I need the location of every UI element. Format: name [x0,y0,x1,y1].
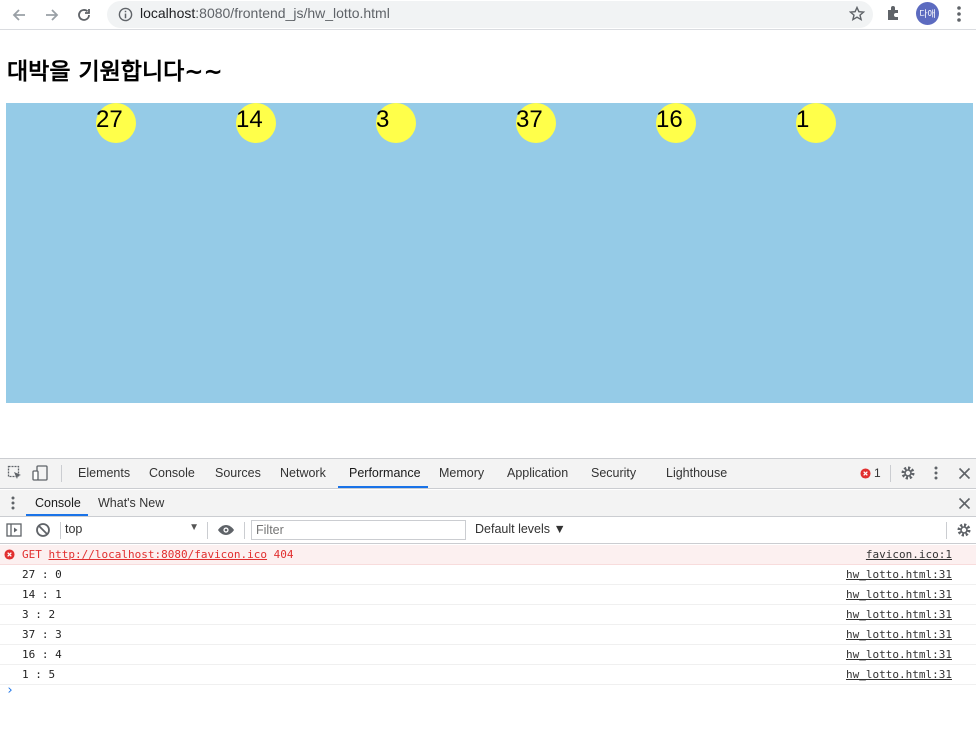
console-message: 3 : 2 [22,608,56,621]
page-title: 대박을 기원합니다~~ [7,59,223,85]
extensions-puzzle-icon[interactable] [885,4,903,26]
source-link[interactable]: hw_lotto.html:31 [846,648,952,661]
tab-lighthouse[interactable]: Lighthouse [666,459,727,488]
reload-button[interactable] [73,4,95,26]
tab-security[interactable]: Security [591,459,636,488]
error-icon [860,467,871,479]
close-devtools-icon[interactable] [958,465,971,486]
source-link[interactable]: hw_lotto.html:31 [846,588,952,601]
toolbar-divider [60,522,61,539]
error-counter[interactable]: 1 [860,466,881,480]
close-drawer-icon[interactable] [958,495,971,516]
arrow-right-icon [46,9,59,21]
toolbar-divider [207,522,208,539]
url-text: localhost:8080/frontend_js/hw_lotto.html [140,5,390,21]
console-prompt-icon[interactable]: › [6,683,14,698]
error-count-value: 1 [874,466,881,480]
devtools-menu-icon[interactable] [931,465,941,486]
lotto-area: 27 14 3 37 16 1 [6,103,973,403]
tab-console[interactable]: Console [149,459,195,488]
browser-toolbar: localhost:8080/frontend_js/hw_lotto.html… [0,0,976,30]
console-message: 27 : 0 [22,568,62,581]
devtools-panel: Elements Console Sources Network Perform… [0,458,976,733]
source-link[interactable]: hw_lotto.html:31 [846,628,952,641]
console-log-row: 3 : 2 hw_lotto.html:31 [0,605,976,625]
info-icon[interactable] [118,7,133,26]
tab-network[interactable]: Network [280,459,326,488]
forward-button[interactable] [41,4,63,26]
source-link[interactable]: hw_lotto.html:31 [846,568,952,581]
toolbar-divider [244,522,245,539]
console-sidebar-toggle-icon[interactable] [6,522,22,543]
arrow-left-icon [12,9,25,21]
reload-icon [78,9,90,21]
tab-elements[interactable]: Elements [78,459,130,488]
console-message: 16 : 4 [22,648,62,661]
source-link[interactable]: hw_lotto.html:31 [846,668,952,681]
source-link[interactable]: favicon.ico:1 [866,548,952,561]
console-log-row: 16 : 4 hw_lotto.html:31 [0,645,976,665]
console-message: 37 : 3 [22,628,62,641]
tab-application[interactable]: Application [507,459,568,488]
console-error-row: GET http://localhost:8080/favicon.ico 40… [0,545,976,565]
devtools-tabbar: Elements Console Sources Network Perform… [0,459,976,489]
lotto-ball-number: 3 [376,106,390,133]
profile-avatar[interactable]: 다애 [916,2,939,25]
bookmark-star-icon[interactable] [848,5,866,26]
lotto-ball-number: 1 [796,106,810,133]
console-messages: GET http://localhost:8080/favicon.ico 40… [0,545,976,685]
clear-console-icon[interactable] [35,522,51,543]
console-settings-gear-icon[interactable] [956,522,972,543]
address-bar[interactable]: localhost:8080/frontend_js/hw_lotto.html [107,1,873,28]
tab-memory[interactable]: Memory [439,459,484,488]
console-log-row: 27 : 0 hw_lotto.html:31 [0,565,976,585]
log-levels-dropdown[interactable]: Default levels ▼ [475,522,566,536]
drawer-tab-console[interactable]: Console [26,490,88,516]
toolbar-divider [946,522,947,539]
inspect-element-icon[interactable] [7,465,23,486]
error-icon [4,549,15,563]
lotto-ball-number: 14 [236,106,263,133]
dropdown-arrow-icon: ▼ [189,522,199,533]
back-button[interactable] [8,4,30,26]
console-message: GET http://localhost:8080/favicon.ico 40… [22,548,294,561]
context-selector-value: top [65,522,83,536]
device-toolbar-icon[interactable] [32,465,50,486]
context-selector[interactable]: top ▼ [65,522,201,539]
console-log-row: 1 : 5 hw_lotto.html:31 [0,665,976,685]
request-url-link[interactable]: http://localhost:8080/favicon.ico [49,548,268,561]
toolbar-divider [61,465,62,482]
drawer-tabbar: Console What's New [0,490,976,517]
eye-icon[interactable] [217,522,235,543]
console-message: 14 : 1 [22,588,62,601]
source-link[interactable]: hw_lotto.html:31 [846,608,952,621]
browser-menu-icon[interactable] [953,5,965,27]
console-log-row: 14 : 1 hw_lotto.html:31 [0,585,976,605]
toolbar-divider [890,465,891,482]
drawer-menu-icon[interactable] [9,495,17,516]
lotto-ball-number: 27 [96,106,123,133]
console-log-row: 37 : 3 hw_lotto.html:31 [0,625,976,645]
drawer-tab-whats-new[interactable]: What's New [98,490,164,516]
tab-sources[interactable]: Sources [215,459,261,488]
filter-input[interactable] [251,520,466,540]
tab-performance[interactable]: Performance [338,459,428,488]
lotto-ball-number: 16 [656,106,683,133]
console-message: 1 : 5 [22,668,56,681]
lotto-ball-number: 37 [516,106,543,133]
console-toolbar: top ▼ Default levels ▼ [0,517,976,544]
settings-gear-icon[interactable] [900,465,916,486]
